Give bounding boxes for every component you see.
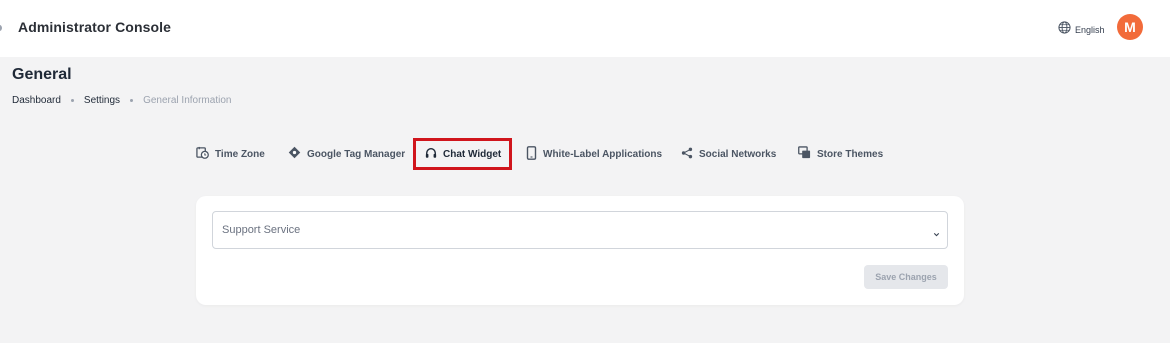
save-changes-button[interactable]: Save Changes xyxy=(864,265,948,289)
tab-time-zone[interactable]: Time Zone xyxy=(196,138,265,170)
tab-google-tag-manager[interactable]: Google Tag Manager xyxy=(288,138,405,170)
language-label: English xyxy=(1075,25,1105,35)
breadcrumb-current: General Information xyxy=(143,95,232,106)
support-service-select[interactable]: Support Service xyxy=(212,211,948,249)
support-service-placeholder: Support Service xyxy=(222,224,301,236)
tag-manager-diamond-icon xyxy=(288,146,301,162)
breadcrumb: Dashboard Settings General Information xyxy=(12,95,231,106)
tab-social-networks[interactable]: Social Networks xyxy=(681,138,776,170)
clock-calendar-icon xyxy=(196,146,209,162)
tab-white-label-applications-label: White-Label Applications xyxy=(543,148,663,160)
settings-tabs: Time Zone Google Tag Manager Chat Widget xyxy=(0,138,1170,170)
mobile-phone-icon xyxy=(526,145,537,163)
breadcrumb-settings[interactable]: Settings xyxy=(84,95,120,106)
language-selector[interactable]: English xyxy=(1058,21,1105,39)
user-avatar[interactable]: M xyxy=(1117,14,1143,40)
breadcrumb-separator xyxy=(70,99,74,102)
share-icon xyxy=(681,147,693,162)
tab-chat-widget-label: Chat Widget xyxy=(443,148,502,160)
breadcrumb-separator xyxy=(130,99,134,102)
tab-white-label-applications[interactable]: White-Label Applications xyxy=(526,138,662,170)
app-title: Administrator Console xyxy=(18,19,172,35)
store-themes-icon xyxy=(798,146,811,162)
tab-store-themes-label: Store Themes xyxy=(817,148,884,160)
chevron-down-icon xyxy=(932,226,941,244)
page-title: General xyxy=(12,66,72,83)
chat-widget-settings-card: Support Service Save Changes xyxy=(196,196,964,305)
tab-chat-widget[interactable]: Chat Widget xyxy=(413,138,512,170)
tab-google-tag-manager-label: Google Tag Manager xyxy=(307,148,406,160)
tab-social-networks-label: Social Networks xyxy=(699,148,777,160)
top-bar: Administrator Console English M xyxy=(0,0,1170,57)
breadcrumb-dashboard[interactable]: Dashboard xyxy=(12,95,61,106)
tab-store-themes[interactable]: Store Themes xyxy=(798,138,883,170)
sidebar-toggle-edge[interactable] xyxy=(0,25,2,31)
globe-icon xyxy=(1058,21,1071,39)
headset-icon xyxy=(425,147,437,162)
tab-time-zone-label: Time Zone xyxy=(215,148,265,160)
